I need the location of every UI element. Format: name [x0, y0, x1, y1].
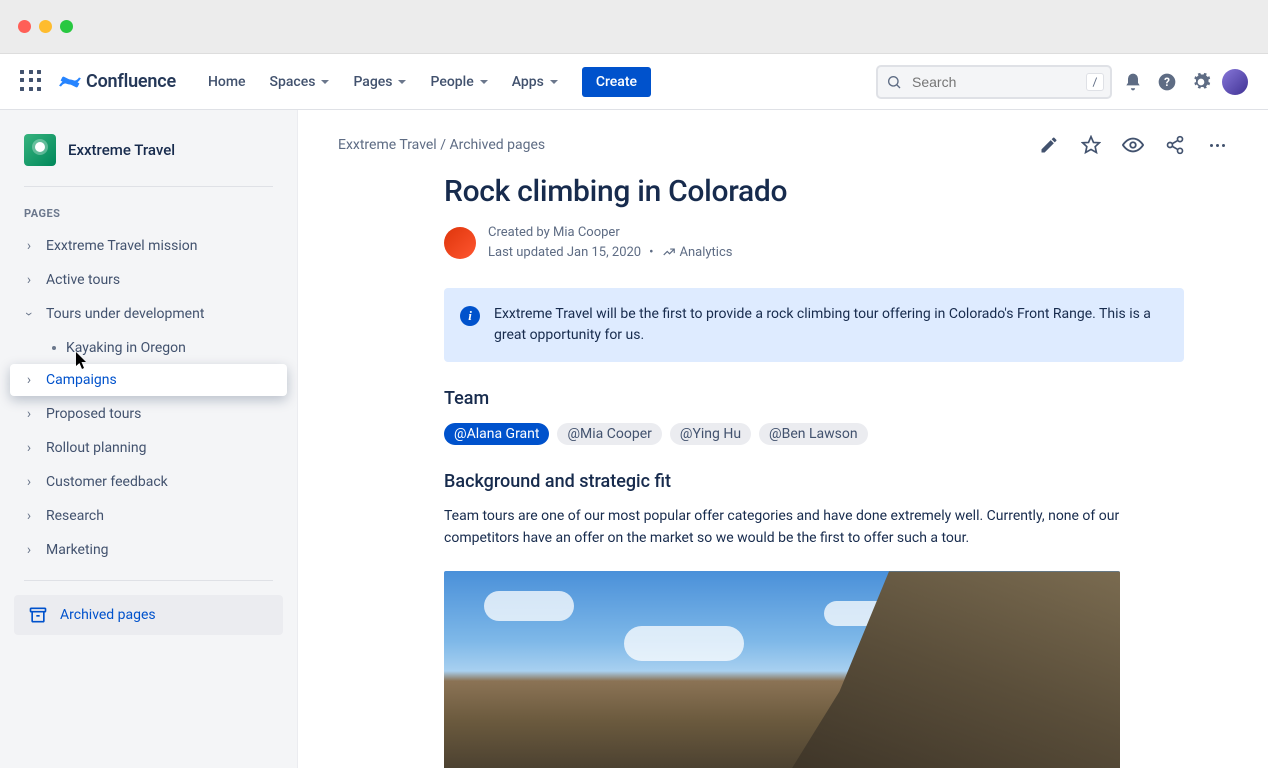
tree-child-kayaking[interactable]: Kayaking in Oregon — [10, 332, 287, 364]
search-icon — [886, 74, 902, 90]
created-by-line: Created by Mia Cooper — [488, 223, 733, 243]
mac-titlebar — [0, 0, 1268, 54]
mention-mia[interactable]: @Mia Cooper — [557, 423, 661, 445]
page-title: Rock climbing in Colorado — [444, 174, 1184, 209]
chevron-right-icon[interactable]: › — [22, 272, 36, 288]
top-navigation: Confluence Home Spaces Pages People Apps… — [0, 54, 1268, 110]
tree-item-mission[interactable]: › Exxtreme Travel mission — [10, 230, 287, 262]
help-icon[interactable]: ? — [1154, 69, 1180, 95]
user-avatar[interactable] — [1222, 69, 1248, 95]
analytics-icon — [662, 245, 676, 259]
chevron-right-icon[interactable]: › — [22, 508, 36, 524]
watch-icon[interactable] — [1122, 134, 1144, 156]
chevron-down-icon — [550, 80, 558, 84]
hero-image — [444, 571, 1120, 768]
byline: Created by Mia Cooper Last updated Jan 1… — [444, 223, 1184, 262]
chevron-right-icon[interactable]: › — [22, 542, 36, 558]
app-switcher-icon[interactable] — [20, 70, 44, 94]
svg-text:?: ? — [1164, 75, 1170, 89]
search-shortcut-hint: / — [1086, 73, 1104, 91]
chevron-right-icon[interactable]: › — [22, 440, 36, 456]
star-icon[interactable] — [1080, 134, 1102, 156]
window-minimize-button[interactable] — [39, 20, 52, 33]
bullet-icon — [52, 346, 56, 350]
nav-apps[interactable]: Apps — [502, 68, 568, 96]
breadcrumb-space[interactable]: Exxtreme Travel — [338, 137, 437, 153]
mention-ying[interactable]: @Ying Hu — [670, 423, 751, 445]
main-content: Exxtreme Travel / Archived pages Rock cl… — [298, 110, 1268, 768]
tree-item-research[interactable]: › Research — [10, 500, 287, 532]
create-button[interactable]: Create — [582, 67, 651, 97]
info-panel-text: Exxtreme Travel will be the first to pro… — [494, 304, 1168, 346]
tree-item-tours-under-dev[interactable]: › Tours under development — [10, 298, 287, 330]
nav-items: Home Spaces Pages People Apps Create — [198, 67, 651, 97]
breadcrumb-section[interactable]: Archived pages — [449, 137, 545, 153]
nav-pages[interactable]: Pages — [343, 68, 416, 96]
tree-item-campaigns[interactable]: › Campaigns — [10, 364, 287, 396]
pages-label: PAGES — [10, 201, 287, 226]
space-name: Exxtreme Travel — [68, 141, 175, 159]
notifications-icon[interactable] — [1120, 69, 1146, 95]
chevron-right-icon[interactable]: › — [22, 406, 36, 422]
tree-item-marketing[interactable]: › Marketing — [10, 534, 287, 566]
nav-spaces[interactable]: Spaces — [260, 68, 340, 96]
info-icon: i — [460, 306, 480, 326]
tree-item-active-tours[interactable]: › Active tours — [10, 264, 287, 296]
tree-item-rollout[interactable]: › Rollout planning — [10, 432, 287, 464]
nav-people[interactable]: People — [420, 68, 497, 96]
mention-alana[interactable]: @Alana Grant — [444, 423, 549, 445]
archived-pages-link[interactable]: Archived pages — [14, 595, 283, 635]
chevron-down-icon[interactable]: › — [21, 307, 37, 321]
archive-icon — [28, 605, 48, 625]
share-icon[interactable] — [1164, 134, 1186, 156]
chevron-down-icon — [321, 80, 329, 84]
page-actions — [1038, 134, 1228, 156]
chevron-down-icon — [480, 80, 488, 84]
last-updated: Last updated Jan 15, 2020 — [488, 243, 641, 263]
window-close-button[interactable] — [18, 20, 31, 33]
chevron-right-icon[interactable]: › — [22, 238, 36, 254]
confluence-mark-icon — [58, 70, 82, 94]
author-avatar[interactable] — [444, 227, 476, 259]
window-zoom-button[interactable] — [60, 20, 73, 33]
breadcrumb: Exxtreme Travel / Archived pages — [338, 137, 545, 153]
chevron-right-icon[interactable]: › — [22, 474, 36, 490]
space-icon — [24, 134, 56, 166]
search-input[interactable] — [876, 65, 1112, 99]
sidebar: Exxtreme Travel PAGES › Exxtreme Travel … — [0, 110, 298, 768]
search-box[interactable]: / — [876, 65, 1112, 99]
confluence-wordmark: Confluence — [86, 71, 176, 92]
tree-item-proposed-tours[interactable]: › Proposed tours — [10, 398, 287, 430]
nav-home[interactable]: Home — [198, 68, 256, 96]
confluence-logo[interactable]: Confluence — [58, 70, 176, 94]
chevron-right-icon[interactable]: › — [22, 372, 36, 388]
team-heading: Team — [444, 388, 1184, 409]
info-panel: i Exxtreme Travel will be the first to p… — [444, 288, 1184, 362]
space-header[interactable]: Exxtreme Travel — [10, 128, 287, 172]
analytics-link[interactable]: Analytics — [662, 243, 733, 263]
more-actions-icon[interactable] — [1206, 134, 1228, 156]
divider — [24, 580, 273, 581]
mention-ben[interactable]: @Ben Lawson — [759, 423, 868, 445]
background-text: Team tours are one of our most popular o… — [444, 506, 1184, 549]
edit-icon[interactable] — [1038, 134, 1060, 156]
settings-icon[interactable] — [1188, 69, 1214, 95]
tree-item-feedback[interactable]: › Customer feedback — [10, 466, 287, 498]
chevron-down-icon — [398, 80, 406, 84]
background-heading: Background and strategic fit — [444, 471, 1184, 492]
divider — [24, 186, 273, 187]
team-mentions: @Alana Grant @Mia Cooper @Ying Hu @Ben L… — [444, 423, 1184, 445]
